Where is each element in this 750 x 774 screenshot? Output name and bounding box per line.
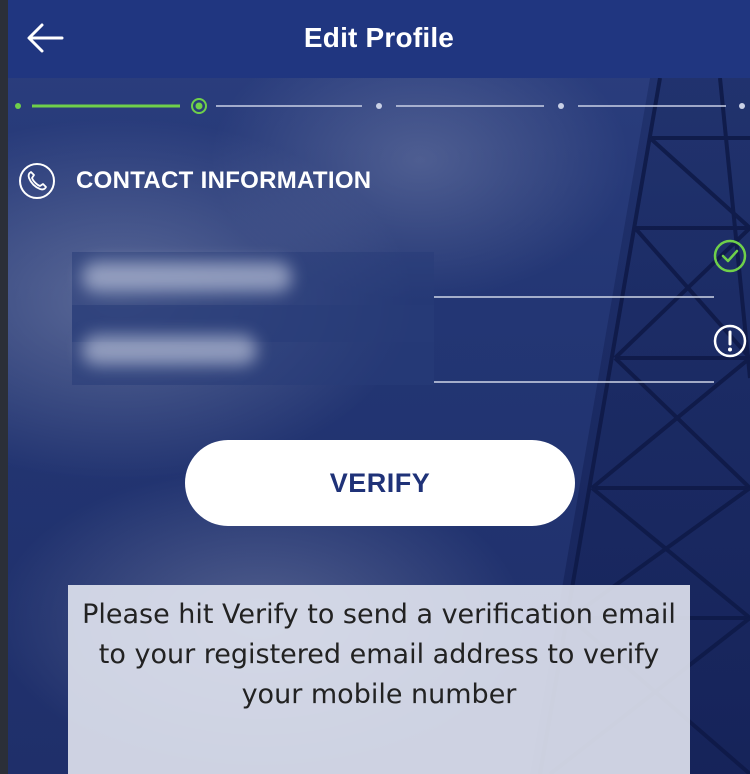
section-title: CONTACT INFORMATION: [76, 167, 372, 194]
step-2-current-dot: [195, 102, 203, 110]
verify-button[interactable]: VERIFY: [185, 440, 575, 526]
email-field-underline: [434, 296, 714, 298]
app-header: Edit Profile: [8, 0, 750, 78]
edit-profile-screen: Edit Profile CONTACT INFORMATION VERIFY …: [0, 0, 750, 774]
mobile-field-underline: [434, 381, 714, 383]
step-4-dot: [558, 103, 564, 109]
step-3-dot: [376, 103, 382, 109]
page-title: Edit Profile: [303, 22, 455, 53]
left-frame-edge: [0, 0, 8, 774]
alert-circle-icon: [713, 324, 747, 358]
step-5-dot: [739, 103, 745, 109]
progress-stepper: [15, 98, 745, 114]
mobile-field-redacted[interactable]: [72, 305, 434, 385]
step-1-dot: [15, 103, 21, 109]
verification-info-message: Please hit Verify to send a verification…: [68, 585, 690, 774]
contact-information-heading: CONTACT INFORMATION: [18, 160, 371, 202]
phone-icon: [19, 163, 55, 199]
check-circle-icon: [713, 239, 747, 273]
